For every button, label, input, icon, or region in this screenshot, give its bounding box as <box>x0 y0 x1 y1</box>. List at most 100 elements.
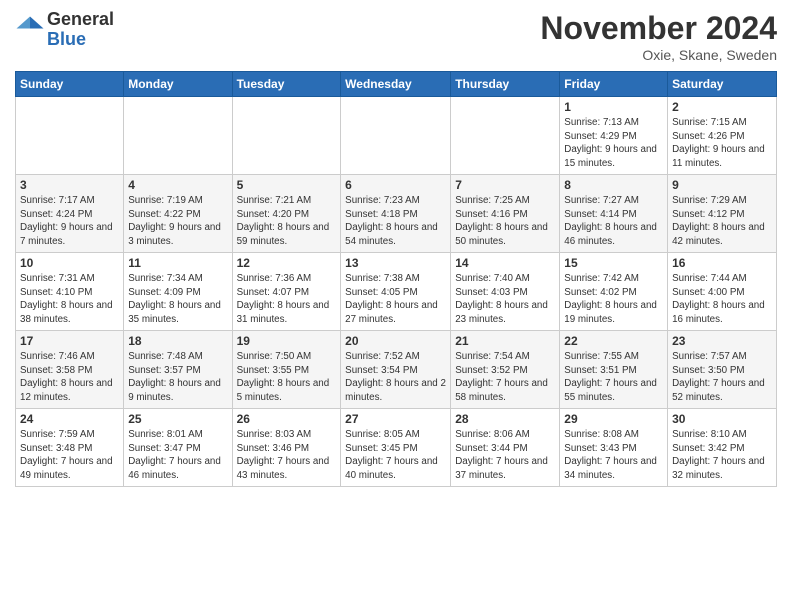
table-row: 5 Sunrise: 7:21 AM Sunset: 4:20 PM Daylig… <box>232 175 341 253</box>
day-number: 13 <box>345 256 446 270</box>
day-number: 10 <box>20 256 119 270</box>
day-info: Sunrise: 7:59 AM Sunset: 3:48 PM Dayligh… <box>20 428 119 483</box>
day-info: Sunrise: 7:52 AM Sunset: 3:54 PM Dayligh… <box>345 350 446 405</box>
day-info: Sunrise: 8:01 AM Sunset: 3:47 PM Dayligh… <box>128 428 227 483</box>
day-info: Sunrise: 8:08 AM Sunset: 3:43 PM Dayligh… <box>564 428 663 483</box>
table-row <box>451 97 560 175</box>
table-row: 3 Sunrise: 7:17 AM Sunset: 4:24 PM Daylig… <box>16 175 124 253</box>
day-info: Sunrise: 7:19 AM Sunset: 4:22 PM Dayligh… <box>128 194 227 249</box>
day-info: Sunrise: 7:40 AM Sunset: 4:03 PM Dayligh… <box>455 272 555 327</box>
table-row: 11Sunrise: 7:34 AM Sunset: 4:09 PM Dayli… <box>124 253 232 331</box>
day-info: Sunrise: 8:03 AM Sunset: 3:46 PM Dayligh… <box>237 428 337 483</box>
logo-general: General <box>47 10 114 30</box>
table-row: 7Sunrise: 7:25 AM Sunset: 4:16 PM Daylig… <box>451 175 560 253</box>
col-sunday: Sunday <box>16 72 124 97</box>
day-number: 24 <box>20 412 119 426</box>
col-thursday: Thursday <box>451 72 560 97</box>
table-row: 8 Sunrise: 7:27 AM Sunset: 4:14 PM Daylig… <box>560 175 668 253</box>
day-info: Sunrise: 7:23 AM Sunset: 4:18 PM Dayligh… <box>345 194 446 249</box>
col-friday: Friday <box>560 72 668 97</box>
day-info: Sunrise: 7:48 AM Sunset: 3:57 PM Dayligh… <box>128 350 227 405</box>
day-number: 21 <box>455 334 555 348</box>
day-number: 6 <box>345 178 446 192</box>
table-row: 30Sunrise: 8:10 AM Sunset: 3:42 PM Dayli… <box>668 409 777 487</box>
table-row: 22Sunrise: 7:55 AM Sunset: 3:51 PM Dayli… <box>560 331 668 409</box>
col-monday: Monday <box>124 72 232 97</box>
day-number: 19 <box>237 334 337 348</box>
day-number: 18 <box>128 334 227 348</box>
day-info: Sunrise: 7:21 AM Sunset: 4:20 PM Dayligh… <box>237 194 337 249</box>
day-info: Sunrise: 7:27 AM Sunset: 4:14 PM Dayligh… <box>564 194 663 249</box>
day-number: 4 <box>128 178 227 192</box>
day-info: Sunrise: 7:31 AM Sunset: 4:10 PM Dayligh… <box>20 272 119 327</box>
day-number: 22 <box>564 334 663 348</box>
day-number: 25 <box>128 412 227 426</box>
table-row: 23Sunrise: 7:57 AM Sunset: 3:50 PM Dayli… <box>668 331 777 409</box>
day-number: 1 <box>564 100 663 114</box>
table-row: 6 Sunrise: 7:23 AM Sunset: 4:18 PM Daylig… <box>341 175 451 253</box>
table-row: 16Sunrise: 7:44 AM Sunset: 4:00 PM Dayli… <box>668 253 777 331</box>
day-number: 28 <box>455 412 555 426</box>
day-info: Sunrise: 7:50 AM Sunset: 3:55 PM Dayligh… <box>237 350 337 405</box>
day-number: 20 <box>345 334 446 348</box>
day-number: 3 <box>20 178 119 192</box>
day-number: 5 <box>237 178 337 192</box>
day-info: Sunrise: 8:06 AM Sunset: 3:44 PM Dayligh… <box>455 428 555 483</box>
day-number: 17 <box>20 334 119 348</box>
table-row <box>124 97 232 175</box>
day-info: Sunrise: 7:29 AM Sunset: 4:12 PM Dayligh… <box>672 194 772 249</box>
table-row: 28 Sunrise: 8:06 AM Sunset: 3:44 PM Dayli… <box>451 409 560 487</box>
table-row: 25 Sunrise: 8:01 AM Sunset: 3:47 PM Dayli… <box>124 409 232 487</box>
table-row: 20 Sunrise: 7:52 AM Sunset: 3:54 PM Dayli… <box>341 331 451 409</box>
day-number: 15 <box>564 256 663 270</box>
table-row: 26 Sunrise: 8:03 AM Sunset: 3:46 PM Dayli… <box>232 409 341 487</box>
table-row: 18 Sunrise: 7:48 AM Sunset: 3:57 PM Dayli… <box>124 331 232 409</box>
calendar-week-row: 1 Sunrise: 7:13 AM Sunset: 4:29 PM Daylig… <box>16 97 777 175</box>
month-title: November 2024 <box>540 10 777 47</box>
day-number: 27 <box>345 412 446 426</box>
day-info: Sunrise: 7:36 AM Sunset: 4:07 PM Dayligh… <box>237 272 337 327</box>
day-number: 26 <box>237 412 337 426</box>
logo-blue: Blue <box>47 30 114 50</box>
day-number: 2 <box>672 100 772 114</box>
header: General Blue November 2024 Oxie, Skane, … <box>15 10 777 63</box>
day-info: Sunrise: 7:42 AM Sunset: 4:02 PM Dayligh… <box>564 272 663 327</box>
day-info: Sunrise: 7:13 AM Sunset: 4:29 PM Dayligh… <box>564 116 663 171</box>
calendar-week-row: 3 Sunrise: 7:17 AM Sunset: 4:24 PM Daylig… <box>16 175 777 253</box>
table-row: 1 Sunrise: 7:13 AM Sunset: 4:29 PM Daylig… <box>560 97 668 175</box>
calendar-week-row: 17 Sunrise: 7:46 AM Sunset: 3:58 PM Dayli… <box>16 331 777 409</box>
day-info: Sunrise: 7:34 AM Sunset: 4:09 PM Dayligh… <box>128 272 227 327</box>
calendar-header-row: Sunday Monday Tuesday Wednesday Thursday… <box>16 72 777 97</box>
table-row: 21 Sunrise: 7:54 AM Sunset: 3:52 PM Dayli… <box>451 331 560 409</box>
table-row: 4 Sunrise: 7:19 AM Sunset: 4:22 PM Daylig… <box>124 175 232 253</box>
logo-text: General Blue <box>47 10 114 50</box>
day-number: 23 <box>672 334 772 348</box>
table-row: 29Sunrise: 8:08 AM Sunset: 3:43 PM Dayli… <box>560 409 668 487</box>
table-row: 19 Sunrise: 7:50 AM Sunset: 3:55 PM Dayli… <box>232 331 341 409</box>
col-wednesday: Wednesday <box>341 72 451 97</box>
day-info: Sunrise: 7:15 AM Sunset: 4:26 PM Dayligh… <box>672 116 772 171</box>
title-block: November 2024 Oxie, Skane, Sweden <box>540 10 777 63</box>
day-info: Sunrise: 8:05 AM Sunset: 3:45 PM Dayligh… <box>345 428 446 483</box>
logo: General Blue <box>15 10 114 50</box>
table-row: 13Sunrise: 7:38 AM Sunset: 4:05 PM Dayli… <box>341 253 451 331</box>
day-info: Sunrise: 7:44 AM Sunset: 4:00 PM Dayligh… <box>672 272 772 327</box>
table-row: 9 Sunrise: 7:29 AM Sunset: 4:12 PM Daylig… <box>668 175 777 253</box>
day-info: Sunrise: 7:46 AM Sunset: 3:58 PM Dayligh… <box>20 350 119 405</box>
day-number: 9 <box>672 178 772 192</box>
day-number: 8 <box>564 178 663 192</box>
table-row: 27 Sunrise: 8:05 AM Sunset: 3:45 PM Dayli… <box>341 409 451 487</box>
day-number: 14 <box>455 256 555 270</box>
col-saturday: Saturday <box>668 72 777 97</box>
table-row: 14 Sunrise: 7:40 AM Sunset: 4:03 PM Dayli… <box>451 253 560 331</box>
day-info: Sunrise: 7:54 AM Sunset: 3:52 PM Dayligh… <box>455 350 555 405</box>
page: General Blue November 2024 Oxie, Skane, … <box>0 0 792 612</box>
logo-icon <box>15 15 45 45</box>
table-row <box>232 97 341 175</box>
calendar-week-row: 10 Sunrise: 7:31 AM Sunset: 4:10 PM Dayli… <box>16 253 777 331</box>
table-row: 15 Sunrise: 7:42 AM Sunset: 4:02 PM Dayli… <box>560 253 668 331</box>
day-info: Sunrise: 7:17 AM Sunset: 4:24 PM Dayligh… <box>20 194 119 249</box>
table-row: 17 Sunrise: 7:46 AM Sunset: 3:58 PM Dayli… <box>16 331 124 409</box>
day-info: Sunrise: 7:25 AM Sunset: 4:16 PM Dayligh… <box>455 194 555 249</box>
day-info: Sunrise: 8:10 AM Sunset: 3:42 PM Dayligh… <box>672 428 772 483</box>
